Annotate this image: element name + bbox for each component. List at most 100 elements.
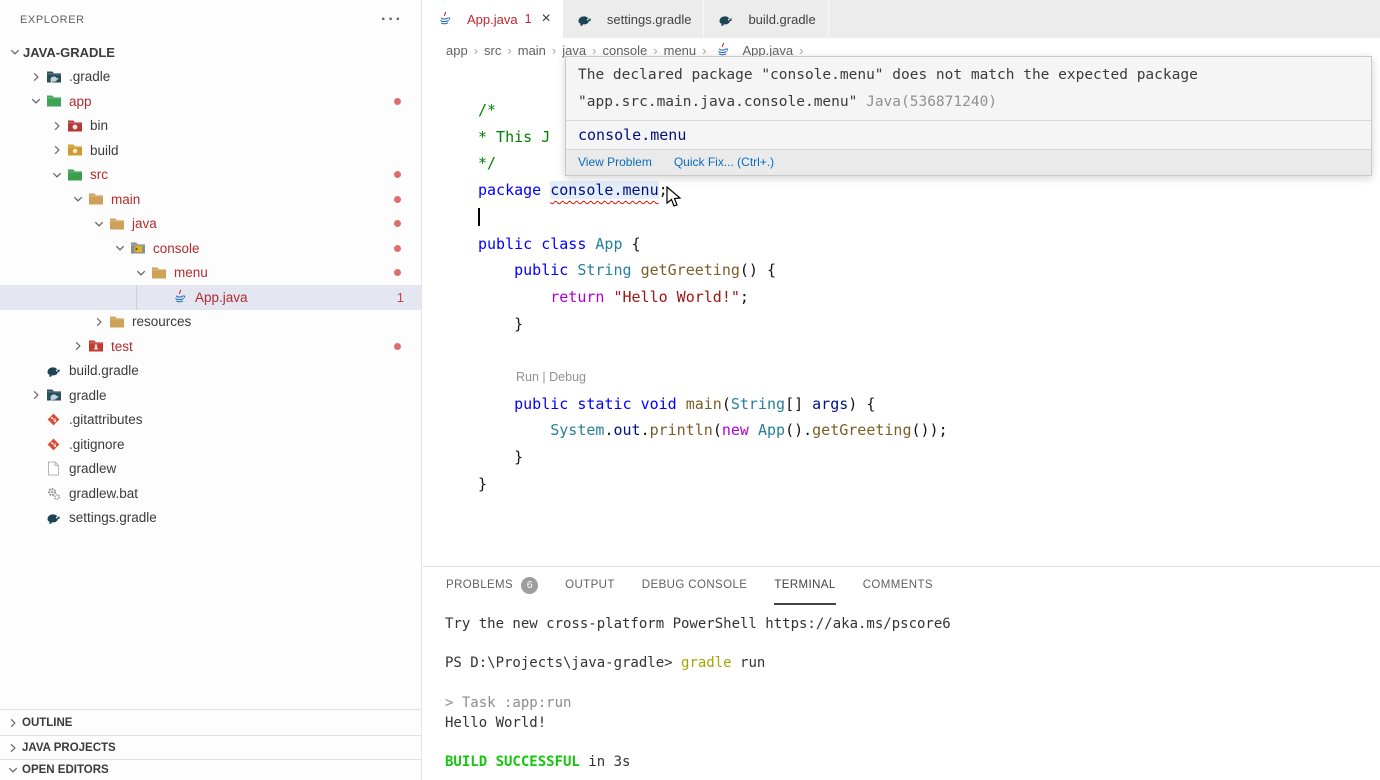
sidebar-section-java-projects[interactable]: JAVA PROJECTS	[0, 735, 421, 759]
tree-item-gradle[interactable]: gradle	[0, 383, 421, 408]
code-line: }	[478, 444, 1380, 471]
code-token: void	[640, 394, 677, 413]
tree-item-label: console	[153, 240, 200, 256]
tree-item-gitattributes[interactable]: .gitattributes	[0, 408, 421, 433]
error-message-line1: The declared package "console.menu" does…	[578, 67, 1198, 83]
tree-item-label: build.gradle	[69, 363, 139, 379]
tree-item-label: menu	[174, 265, 208, 281]
code-token: package	[478, 181, 542, 200]
more-actions-icon[interactable]: ···	[381, 11, 403, 29]
panel-tab-terminal[interactable]: TERMINAL	[774, 567, 836, 605]
quick-fix-link[interactable]: Quick Fix... (Ctrl+.)	[674, 155, 774, 169]
terminal-line: > Task :app:run	[445, 694, 1380, 714]
tree-item-gradlew-bat[interactable]: gradlew.bat	[0, 481, 421, 506]
code-token: new	[721, 421, 749, 440]
code-token: out	[613, 421, 641, 440]
debug-link[interactable]: Debug	[549, 370, 586, 384]
terminal-text: in 3s	[579, 753, 631, 770]
tree-item-settings-gradle[interactable]: settings.gradle	[0, 506, 421, 531]
tree-item-test[interactable]: test	[0, 334, 421, 359]
view-problem-link[interactable]: View Problem	[578, 155, 652, 169]
gradle-file-icon	[575, 12, 594, 27]
tree-item-java[interactable]: java	[0, 212, 421, 237]
gears-file-icon	[44, 486, 63, 501]
breadcrumb-separator: ›	[507, 42, 512, 58]
folder-icon	[107, 217, 126, 231]
run-link[interactable]: Run	[516, 370, 539, 384]
panel-tab-debug-console[interactable]: DEBUG CONSOLE	[642, 567, 748, 605]
code-token: }	[478, 474, 488, 493]
tab-settings-gradle[interactable]: settings.gradle	[562, 0, 705, 38]
code-token: "Hello World!"	[613, 287, 740, 306]
tree-item-console[interactable]: console	[0, 236, 421, 261]
tree-item-build-gradle[interactable]: build.gradle	[0, 359, 421, 384]
explorer-sidebar: EXPLORER ··· JAVA-GRADLE .gradle app bin bui…	[0, 0, 422, 780]
folder-icon	[107, 315, 126, 329]
panel-tab-problems[interactable]: PROBLEMS 6	[446, 567, 539, 605]
code-token: getGreeting	[812, 421, 912, 440]
tree-item-resources[interactable]: resources	[0, 310, 421, 335]
section-label: JAVA PROJECTS	[22, 741, 116, 754]
tree-item-java-gradle[interactable]: JAVA-GRADLE	[0, 40, 421, 65]
panel-tab-label: COMMENTS	[862, 579, 933, 591]
editor-tabs: App.java 1 × settings.gradle build.gradle	[423, 0, 1380, 38]
breadcrumb-label: src	[484, 42, 502, 58]
sidebar-sections: OUTLINE JAVA PROJECTS OPEN EDITORS	[0, 709, 421, 780]
tree-item-label: gradlew	[69, 461, 117, 477]
sidebar-section-open-editors[interactable]: OPEN EDITORS	[0, 759, 421, 780]
explorer-header: EXPLORER ···	[0, 0, 421, 40]
tree-item-label: bin	[90, 118, 109, 134]
tree-item-gitignore[interactable]: .gitignore	[0, 432, 421, 457]
code-token: println	[649, 421, 713, 440]
java-file-icon	[435, 11, 454, 27]
tree-item-gradlew[interactable]: gradlew	[0, 457, 421, 482]
tab-build-gradle[interactable]: build.gradle	[704, 0, 829, 38]
tree-item-build[interactable]: build	[0, 138, 421, 163]
chevron-down-icon	[90, 218, 107, 230]
code-token: ;	[739, 287, 749, 306]
chevron-right-icon	[4, 717, 22, 729]
breadcrumb-item-main[interactable]: main	[518, 43, 546, 58]
code-line: public static void main(String[] args) {	[478, 391, 1380, 418]
sidebar-section-outline[interactable]: OUTLINE	[0, 709, 421, 735]
tree-item-app-java[interactable]: App.java 1	[0, 285, 421, 310]
tree-item-app[interactable]: app	[0, 89, 421, 114]
breadcrumb-item-app[interactable]: app	[446, 43, 468, 58]
tree-item-label: .gradle	[69, 69, 111, 85]
panel-tab-output[interactable]: OUTPUT	[565, 567, 615, 605]
code-line	[478, 204, 1380, 231]
chevron-right-icon	[90, 316, 107, 328]
tab-app-java[interactable]: App.java 1 ×	[423, 0, 563, 38]
code-token: {	[622, 234, 641, 253]
git-file-icon	[44, 412, 63, 427]
chevron-down-icon	[6, 46, 23, 58]
chevron-right-icon	[27, 71, 44, 83]
error-message: The declared package "console.menu" does…	[566, 57, 1371, 120]
breadcrumb-item-src[interactable]: src	[484, 43, 501, 58]
close-icon[interactable]: ×	[542, 11, 551, 27]
terminal-text: BUILD SUCCESSFUL	[445, 753, 580, 770]
section-label: OUTLINE	[22, 716, 73, 729]
tree-item-gradle[interactable]: .gradle	[0, 65, 421, 90]
terminal-line: BUILD SUCCESSFUL in 3s	[445, 753, 1380, 773]
tree-item-menu[interactable]: menu	[0, 261, 421, 286]
tree-item-src[interactable]: src	[0, 163, 421, 188]
panel-tab-comments[interactable]: COMMENTS	[863, 567, 933, 605]
terminal-text: PS D:\Projects\java-gradle>	[445, 655, 682, 672]
gradle-folder-icon	[44, 70, 63, 84]
error-dot-badge	[394, 269, 401, 277]
code-line: return "Hello World!";	[478, 284, 1380, 311]
related-package[interactable]: console.menu	[566, 120, 1371, 149]
tree-item-main[interactable]: main	[0, 187, 421, 212]
text-caret	[478, 207, 480, 226]
terminal-output[interactable]: Try the new cross-platform PowerShell ht…	[423, 605, 1380, 773]
code-token: public	[514, 394, 569, 413]
terminal-text: run	[731, 655, 766, 672]
terminal-line: Try the new cross-platform PowerShell ht…	[445, 615, 1380, 635]
terminal-text: Hello World!	[445, 714, 547, 731]
tree-item-bin[interactable]: bin	[0, 114, 421, 139]
